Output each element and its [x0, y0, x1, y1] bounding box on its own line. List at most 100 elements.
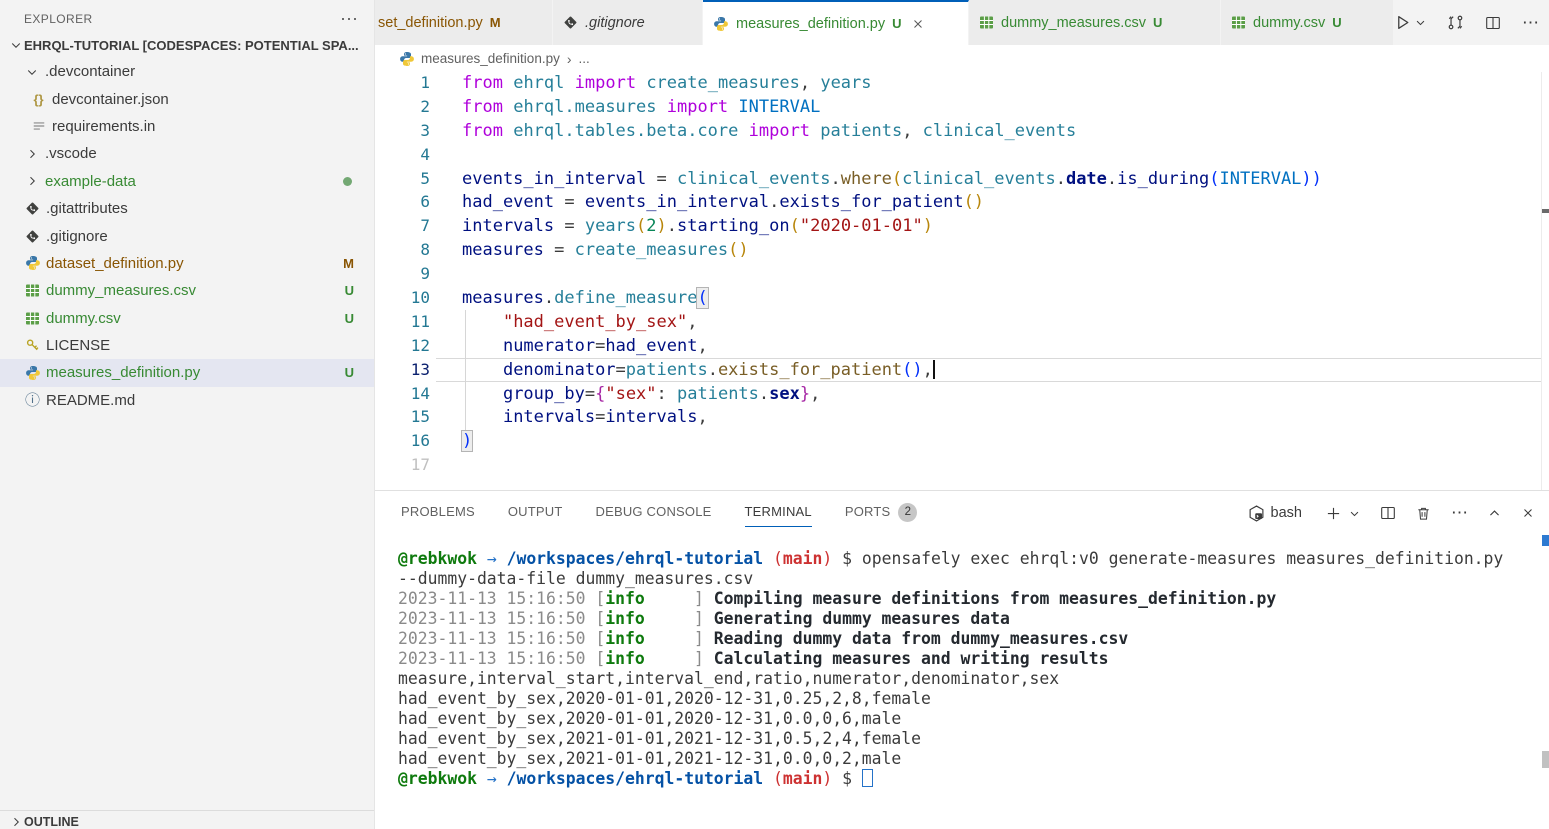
panel-tab-terminal[interactable]: TERMINAL [745, 504, 812, 527]
chevron-right-icon: › [567, 51, 572, 67]
file-label: README.md [46, 392, 135, 409]
panel-tab-bar: PROBLEMS OUTPUT DEBUG CONSOLE TERMINAL PORTS… [375, 491, 917, 539]
code-line-11: 11 "had_event_by_sex", [375, 310, 1549, 334]
tree-item-license[interactable]: LICENSE [0, 332, 374, 359]
editor-actions: ⋯ [1394, 0, 1549, 45]
kill-terminal-icon[interactable] [1416, 506, 1431, 521]
bottom-panel: PROBLEMS OUTPUT DEBUG CONSOLE TERMINAL PORTS… [375, 490, 1549, 829]
git-changes-dot [343, 177, 352, 186]
git-icon [563, 15, 578, 30]
file-label: .devcontainer [45, 63, 135, 80]
panel-tab-label: PROBLEMS [401, 504, 475, 527]
tab-.gitignore[interactable]: .gitignore [553, 0, 703, 45]
tree-root-label: EHRQL-TUTORIAL [CODESPACES: POTENTIAL SP… [24, 38, 359, 53]
line-number: 16 [375, 429, 430, 453]
outline-section-header[interactable]: OUTLINE [0, 815, 79, 829]
chevron-right-icon [24, 148, 40, 160]
run-icon[interactable] [1394, 14, 1411, 31]
maximize-panel-icon[interactable] [1488, 507, 1501, 520]
tree-item-.devcontainer[interactable]: .devcontainer [0, 58, 374, 85]
panel-tab-problems[interactable]: PROBLEMS [401, 504, 475, 527]
line-number: 2 [375, 95, 430, 119]
file-label: LICENSE [46, 337, 110, 354]
breadcrumb-symbol[interactable]: ... [579, 51, 590, 66]
panel-tab-label: DEBUG CONSOLE [596, 504, 712, 527]
tab-dummy-measures.csv[interactable]: dummy_measures.csvU [969, 0, 1221, 45]
terminal-profile[interactable]: bash [1248, 505, 1302, 522]
tree-item-requirements.in[interactable]: requirements.in [0, 113, 374, 140]
explorer-more-icon[interactable]: ⋯ [340, 14, 358, 24]
sidebar-explorer: EXPLORER ⋯ EHRQL-TUTORIAL [CODESPACES: P… [0, 0, 375, 829]
file-label: dataset_definition.py [46, 255, 184, 272]
git-status-badge: U [1153, 15, 1162, 30]
terminal-scrollbar-thumb[interactable] [1542, 751, 1549, 768]
tree-item-measures-definition.py[interactable]: measures_definition.py U [0, 359, 374, 386]
terminal-cursor [862, 769, 873, 787]
editor-tab-bar: set_definition.pyM .gitignore measures_def… [375, 0, 1549, 46]
line-number: 15 [375, 405, 430, 429]
tree-item-example-data[interactable]: example-data [0, 168, 374, 195]
line-number: 10 [375, 286, 430, 310]
panel-tab-debug-console[interactable]: DEBUG CONSOLE [596, 504, 712, 527]
panel-tab-label: TERMINAL [745, 504, 812, 527]
tree-item-dummy-measures.csv[interactable]: dummy_measures.csvU [0, 277, 374, 304]
breadcrumb: measures_definition.py › ... [375, 45, 1549, 72]
line-number: 4 [375, 143, 430, 167]
tab-set-definition.py[interactable]: set_definition.pyM [375, 0, 553, 45]
code-line-4: 4 [375, 143, 1549, 167]
csv-icon [24, 283, 41, 298]
code-line-5: 5events_in_interval = clinical_events.wh… [375, 167, 1549, 191]
panel-tab-label: OUTPUT [508, 504, 563, 527]
more-actions-icon[interactable]: ⋯ [1522, 19, 1539, 27]
new-terminal-icon[interactable] [1326, 506, 1341, 521]
chevron-right-icon [24, 175, 40, 187]
terminal-line-9: had_event_by_sex,2020-01-01,2020-12-31,0… [398, 709, 1537, 729]
explorer-title: EXPLORER [24, 12, 93, 26]
chevron-down-icon [8, 39, 24, 51]
terminal-output[interactable]: @rebkwok → /workspaces/ehrql-tutorial (m… [398, 549, 1537, 829]
code-line-16: 16) [375, 429, 1549, 453]
run-dropdown-icon[interactable] [1415, 17, 1426, 28]
file-label: devcontainer.json [52, 91, 169, 108]
code-line-9: 9 [375, 262, 1549, 286]
tree-item-.gitattributes[interactable]: .gitattributes [0, 195, 374, 222]
info-icon: ⓘ [24, 393, 41, 408]
ports-count-badge: 2 [898, 503, 917, 522]
tree-item-readme.md[interactable]: ⓘ README.md [0, 387, 374, 414]
tree-root-folder[interactable]: EHRQL-TUTORIAL [CODESPACES: POTENTIAL SP… [0, 32, 374, 58]
python-icon [399, 51, 415, 67]
git-icon [24, 201, 41, 216]
chevron-down-icon [24, 66, 40, 78]
terminal-line-4: 2023-11-13 15:16:50 [info ] Generating d… [398, 609, 1537, 629]
tree-item-.vscode[interactable]: .vscode [0, 140, 374, 167]
split-terminal-icon[interactable] [1380, 505, 1396, 521]
panel-more-icon[interactable]: ⋯ [1451, 509, 1468, 517]
close-icon[interactable] [911, 17, 925, 31]
list-icon [30, 119, 47, 133]
panel-tab-output[interactable]: OUTPUT [508, 504, 563, 527]
tree-item-dataset-definition.py[interactable]: dataset_definition.pyM [0, 250, 374, 277]
tab-dummy.csv[interactable]: dummy.csvU [1221, 0, 1394, 45]
chevron-right-icon [8, 816, 24, 828]
close-panel-icon[interactable] [1521, 506, 1535, 520]
open-changes-icon[interactable] [1447, 14, 1464, 31]
split-editor-icon[interactable] [1485, 15, 1501, 31]
line-number: 6 [375, 190, 430, 214]
code-line-8: 8measures = create_measures() [375, 238, 1549, 262]
line-number: 3 [375, 119, 430, 143]
terminal-dropdown-icon[interactable] [1349, 508, 1360, 519]
code-editor[interactable]: 1from ehrql import create_measures, year… [375, 71, 1549, 490]
tab-label: .gitignore [585, 15, 645, 31]
bash-icon [1248, 505, 1265, 522]
line-number: 8 [375, 238, 430, 262]
git-status-badge: U [345, 365, 354, 380]
file-label: dummy.csv [46, 310, 121, 327]
tree-item-dummy.csv[interactable]: dummy.csvU [0, 305, 374, 332]
tree-item-.gitignore[interactable]: .gitignore [0, 222, 374, 249]
tab-measures-definition.py[interactable]: measures_definition.pyU [703, 0, 969, 46]
tree-item-devcontainer.json[interactable]: {}devcontainer.json [0, 85, 374, 112]
panel-tab-ports[interactable]: PORTS2 [845, 503, 918, 528]
file-label: measures_definition.py [46, 364, 200, 381]
breadcrumb-file[interactable]: measures_definition.py [421, 51, 560, 66]
shell-label: bash [1271, 505, 1302, 521]
